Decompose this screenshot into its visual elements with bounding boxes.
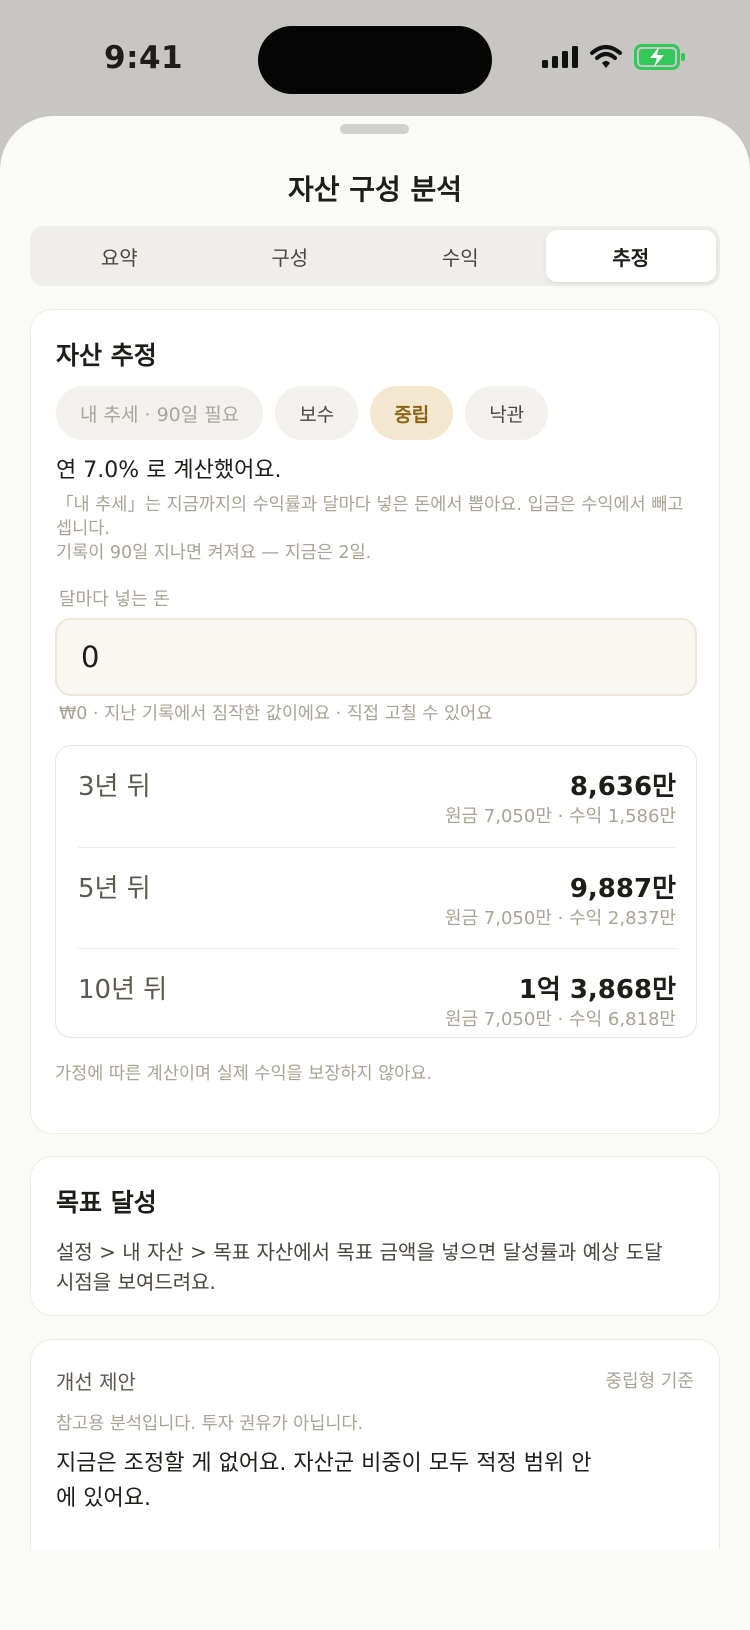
goal-card: 목표 달성 설정 > 내 자산 > 목표 자산에서 목표 금액을 넣으면 달성률… [30, 1156, 720, 1316]
sheet-grabber[interactable] [340, 124, 409, 134]
projection-detail: 원금 7,050만 · 수익 2,837만 [444, 908, 676, 929]
dynamic-island [258, 26, 492, 94]
suggestion-body: 지금은 조정할 게 없어요. 자산군 비중이 모두 적정 범위 안에 있어요. [56, 1451, 592, 1511]
scenario-chips: 내 추세 · 90일 필요 보수 중립 낙관 [56, 386, 549, 440]
projection-row: 5년 뒤 9,887만 원금 7,050만 · 수익 2,837만 [78, 847, 676, 948]
tab-composition[interactable]: 구성 [205, 230, 376, 282]
projection-detail: 원금 7,050만 · 수익 1,586만 [444, 806, 676, 827]
tab-returns[interactable]: 수익 [375, 230, 546, 282]
tab-summary[interactable]: 요약 [34, 230, 205, 282]
goal-title: 목표 달성 [56, 1188, 157, 1217]
projection-period: 3년 뒤 [78, 772, 151, 802]
projection-total: 8,636만 [569, 772, 676, 802]
projection-total: 1억 3,868만 [518, 975, 676, 1005]
suggestion-card: 개선 제안 중립형 기준 참고용 분석입니다. 투자 권유가 아닙니다. 지금은… [30, 1339, 720, 1549]
projection-row: 3년 뒤 8,636만 원금 7,050만 · 수익 1,586만 [78, 746, 676, 847]
projection-total: 9,887만 [569, 874, 676, 904]
trend-explanation: 「내 추세」는 지금까지의 수익률과 달마다 넣은 돈에서 뽑아요. 입금은 수… [56, 493, 696, 565]
tab-bar: 요약 구성 수익 추정 [30, 226, 720, 286]
scenario-chip-conservative[interactable]: 보수 [275, 386, 359, 440]
status-icons [542, 44, 686, 70]
projection-row: 10년 뒤 1억 3,868만 원금 7,050만 · 수익 6,818만 [78, 948, 676, 1049]
scenario-chip-my-trend[interactable]: 내 추세 · 90일 필요 [56, 386, 264, 440]
monthly-deposit-hint: ₩0 · 지난 기록에서 짐작한 값이에요 · 직접 고칠 수 있어요 [59, 704, 493, 724]
monthly-deposit-input[interactable]: 0 [55, 618, 697, 696]
suggestion-basis: 중립형 기준 [605, 1371, 694, 1392]
suggestion-title: 개선 제안 [56, 1370, 136, 1394]
sheet-title: 자산 구성 분석 [287, 173, 463, 206]
cellular-signal-icon [542, 46, 578, 68]
scenario-chip-neutral[interactable]: 중립 [370, 386, 454, 440]
scenario-chip-optimistic[interactable]: 낙관 [465, 386, 549, 440]
battery-charging-icon [634, 44, 685, 70]
asset-estimate-title: 자산 추정 [56, 341, 157, 370]
rate-text: 연 7.0% 로 계산했어요. [56, 458, 282, 483]
tab-projection[interactable]: 추정 [545, 230, 716, 282]
trend-unlock-note: 기록이 90일 지나면 켜져요 — 지금은 2일. [56, 543, 372, 563]
monthly-deposit-label: 달마다 넣는 돈 [59, 589, 170, 610]
wifi-icon [590, 45, 622, 68]
suggestion-note: 참고용 분석입니다. 투자 권유가 아닙니다. [56, 1414, 364, 1434]
projection-period: 5년 뒤 [78, 874, 151, 904]
status-time: 9:41 [104, 40, 184, 76]
projection-detail: 원금 7,050만 · 수익 6,818만 [444, 1009, 676, 1030]
status-bar: 9:41 [0, 0, 750, 116]
projection-disclaimer: 가정에 따른 계산이며 실제 수익을 보장하지 않아요. [55, 1064, 433, 1084]
projection-list: 3년 뒤 8,636만 원금 7,050만 · 수익 1,586만 5년 뒤 9… [55, 745, 697, 1038]
projection-period: 10년 뒤 [78, 975, 168, 1005]
analysis-sheet: 자산 구성 분석 요약 구성 수익 추정 자산 추정 내 추세 · 90일 필요… [0, 116, 750, 1630]
goal-description: 설정 > 내 자산 > 목표 자산에서 목표 금액을 넣으면 달성률과 예상 도… [56, 1240, 663, 1294]
trend-explanation-text: 「내 추세」는 지금까지의 수익률과 달마다 넣은 돈에서 뽑아요. 입금은 수… [56, 495, 684, 539]
asset-estimate-card: 자산 추정 내 추세 · 90일 필요 보수 중립 낙관 연 7.0% 로 계산… [30, 309, 720, 1134]
